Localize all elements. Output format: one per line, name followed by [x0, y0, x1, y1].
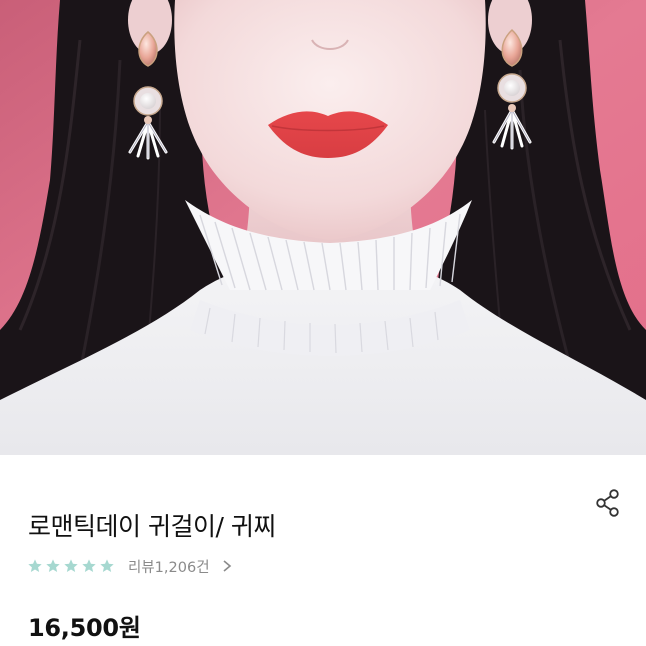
review-link[interactable]: 리뷰1,206건 — [27, 555, 232, 577]
product-title: 로맨틱데이 귀걸이/ 귀찌 — [28, 512, 276, 541]
product-price: 16,500원 — [28, 614, 141, 642]
star-icon — [46, 559, 60, 572]
review-count: 리뷰1,206건 — [128, 559, 210, 576]
chevron-right-icon — [223, 560, 231, 572]
star-icon — [100, 559, 114, 572]
star-icon — [64, 559, 78, 572]
share-button[interactable] — [588, 483, 628, 523]
rating-stars — [27, 558, 115, 574]
model-earring-photo — [0, 0, 646, 455]
star-icon — [28, 559, 42, 572]
product-detail-page: 로맨틱데이 귀걸이/ 귀찌 리뷰1,206건 16,500원 — [0, 0, 646, 646]
star-icon — [82, 559, 96, 572]
share-icon — [596, 489, 619, 517]
product-image[interactable] — [0, 0, 646, 455]
product-info: 로맨틱데이 귀걸이/ 귀찌 리뷰1,206건 16,500원 — [0, 455, 646, 646]
